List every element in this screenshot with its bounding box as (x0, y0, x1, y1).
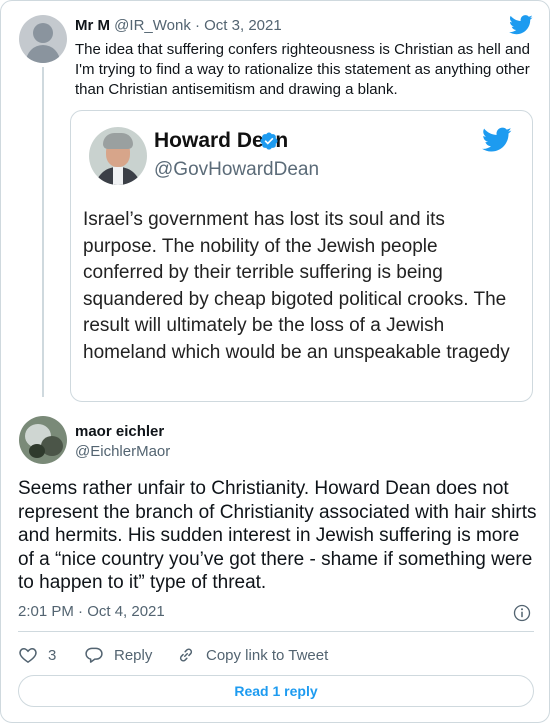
avatar-hair-shape (103, 133, 133, 149)
avatar-head-shape (33, 23, 53, 43)
avatar-shirt-shape (113, 167, 123, 185)
reply-author-handle[interactable]: @EichlerMaor (75, 443, 170, 460)
default-avatar[interactable] (19, 15, 67, 63)
embedded-tweet-image[interactable]: Howard Dean @GovHowardDean Israel’s gove… (70, 110, 533, 402)
embedded-author-handle: @GovHowardDean (154, 159, 320, 180)
parent-tweet-date[interactable]: · Oct 3, 2021 (191, 17, 282, 34)
avatar-body-shape (26, 45, 60, 63)
parent-author-name[interactable]: Mr M (75, 17, 110, 34)
divider (18, 631, 534, 632)
tweet-card: Mr M @IR_Wonk · Oct 3, 2021 The idea tha… (0, 0, 550, 723)
like-button[interactable]: 3 (18, 643, 56, 667)
avatar-shape (29, 444, 45, 458)
reply-tweet-text: Seems rather unfair to Christianity. How… (18, 478, 537, 593)
info-icon[interactable] (512, 603, 532, 623)
reply-timestamp[interactable]: 2:01 PM · Oct 4, 2021 (18, 603, 165, 620)
heart-icon (19, 647, 37, 663)
copy-link-label: Copy link to Tweet (206, 646, 329, 664)
parent-tweet-text: The idea that suffering confers righteou… (75, 41, 530, 98)
howard-dean-avatar (89, 127, 147, 185)
parent-tweet-header: Mr M @IR_Wonk · Oct 3, 2021 (75, 17, 282, 35)
twitter-bird-icon[interactable] (509, 15, 533, 35)
reply-label: Reply (114, 646, 153, 664)
embedded-tweet-text: Israel’s government has lost its soul an… (83, 209, 510, 363)
parent-author-handle[interactable]: @IR_Wonk (114, 17, 191, 34)
parent-tweet[interactable]: Mr M @IR_Wonk · Oct 3, 2021 The idea tha… (1, 1, 550, 406)
twitter-bird-icon (482, 127, 512, 152)
thread-connector-line (42, 67, 44, 397)
verified-badge-icon (260, 132, 278, 150)
like-count: 3 (48, 646, 57, 664)
link-icon (179, 648, 193, 662)
read-replies-button[interactable]: Read 1 reply (18, 675, 534, 707)
reply-author-avatar[interactable] (19, 416, 67, 464)
reply-author-name[interactable]: maor eichler (75, 423, 164, 440)
reply-bubble-icon (85, 647, 103, 663)
reply-button[interactable]: Reply (84, 643, 152, 667)
copy-link-button[interactable]: Copy link to Tweet (176, 643, 328, 667)
